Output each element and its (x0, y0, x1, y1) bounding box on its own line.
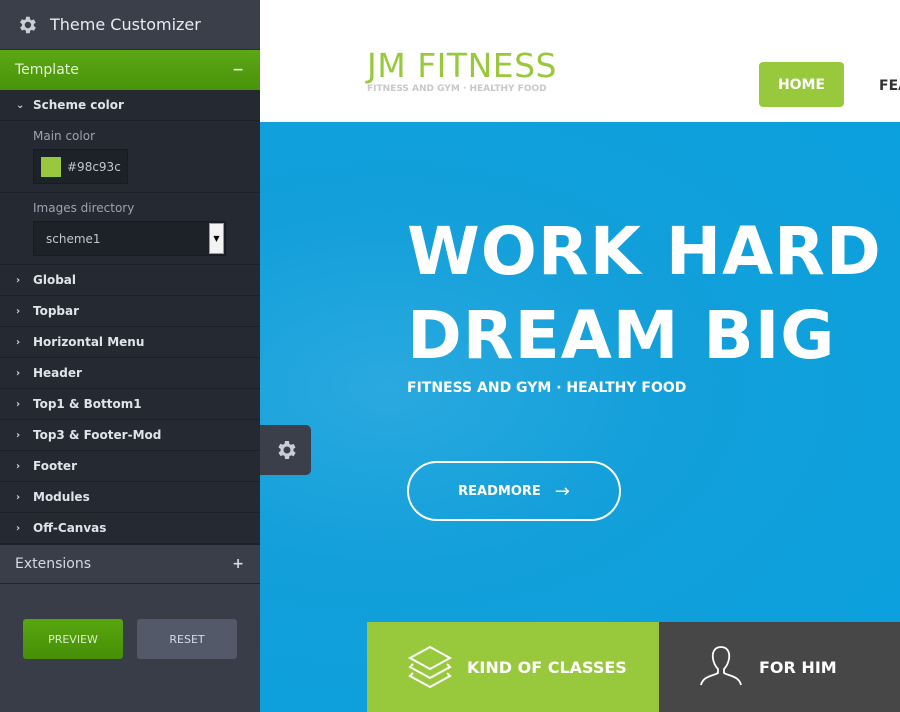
select-value: scheme1 (46, 231, 101, 246)
dropdown-arrow-icon[interactable]: ▼ (209, 223, 224, 254)
chevron-right-icon: › (16, 336, 21, 348)
readmore-label: READMORE (458, 483, 541, 499)
arrow-right-icon: → (554, 480, 570, 502)
group-horizontal-menu[interactable]: › Horizontal Menu (0, 327, 260, 358)
readmore-button[interactable]: READMORE → (407, 461, 621, 521)
group-top3-footer-mod[interactable]: › Top3 & Footer-Mod (0, 420, 260, 451)
field-label: Main color (33, 129, 96, 143)
box-label: KIND OF CLASSES (467, 657, 627, 677)
chevron-right-icon: › (16, 429, 21, 441)
nav-home[interactable]: HOME (759, 62, 844, 107)
collapse-icon[interactable]: − (232, 62, 244, 78)
images-directory-field: Images directory scheme1 ▼ (0, 193, 260, 265)
group-label: Header (33, 366, 82, 380)
group-label: Top3 & Footer-Mod (33, 428, 162, 442)
group-label: Topbar (33, 304, 80, 318)
group-label: Footer (33, 459, 77, 473)
group-off-canvas[interactable]: › Off-Canvas (0, 513, 260, 544)
group-label: Top1 & Bottom1 (33, 397, 142, 411)
chevron-right-icon: › (16, 491, 21, 503)
expand-icon[interactable]: + (232, 556, 244, 572)
group-footer[interactable]: › Footer (0, 451, 260, 482)
group-global[interactable]: › Global (0, 265, 260, 296)
kind-of-classes-box[interactable]: KIND OF CLASSES (367, 622, 659, 712)
reset-button[interactable]: RESET (137, 619, 237, 659)
main-color-field: Main color #98c93c (0, 121, 260, 193)
site-header: JM FITNESS FITNESS AND GYM · HEALTHY FOO… (260, 0, 900, 122)
gear-icon (20, 16, 36, 33)
section-extensions[interactable]: Extensions + (0, 544, 260, 584)
preview-button[interactable]: PREVIEW (23, 619, 123, 659)
images-directory-select[interactable]: scheme1 ▼ (33, 221, 226, 256)
logo-text: JM FITNESS (367, 46, 557, 85)
theme-customizer-panel: Theme Customizer Template − ⌄ Scheme colo… (0, 0, 260, 712)
group-header[interactable]: › Header (0, 358, 260, 389)
group-topbar[interactable]: › Topbar (0, 296, 260, 327)
chevron-right-icon: › (16, 522, 21, 534)
chevron-right-icon: › (16, 460, 21, 472)
group-scheme-color[interactable]: ⌄ Scheme color (0, 90, 260, 121)
group-label: Off-Canvas (33, 521, 107, 535)
chevron-down-icon: ⌄ (16, 99, 25, 111)
layers-icon (407, 645, 453, 689)
group-label: Horizontal Menu (33, 335, 145, 349)
field-label: Images directory (33, 201, 135, 215)
hero-heading: WORK HARD DREAM BIG (407, 210, 882, 378)
for-him-box[interactable]: FOR HIM (659, 622, 900, 712)
hero-line-1: WORK HARD (407, 213, 882, 290)
hero-subtitle: FITNESS AND GYM · HEALTHY FOOD (407, 380, 687, 396)
customizer-toggle-button[interactable] (260, 425, 311, 475)
group-label: Scheme color (33, 98, 124, 112)
nav-features[interactable]: FEA (879, 78, 900, 94)
chevron-right-icon: › (16, 274, 21, 286)
box-label: FOR HIM (759, 657, 837, 677)
user-icon (700, 646, 742, 686)
color-value: #98c93c (67, 159, 121, 174)
gear-icon (277, 441, 296, 459)
chevron-right-icon: › (16, 305, 21, 317)
section-template[interactable]: Template − (0, 50, 260, 90)
hero-line-2: DREAM BIG (407, 297, 836, 374)
section-template-label: Template (15, 62, 79, 78)
site-preview: JM FITNESS FITNESS AND GYM · HEALTHY FOO… (260, 0, 900, 712)
hero-banner: WORK HARD DREAM BIG FITNESS AND GYM · HEA… (260, 122, 900, 712)
color-swatch (41, 156, 61, 177)
main-color-picker[interactable]: #98c93c (33, 149, 128, 184)
logo-tagline: FITNESS AND GYM · HEALTHY FOOD (367, 84, 547, 94)
group-top1-bottom1[interactable]: › Top1 & Bottom1 (0, 389, 260, 420)
site-logo[interactable]: JM FITNESS FITNESS AND GYM · HEALTHY FOO… (367, 46, 557, 95)
chevron-right-icon: › (16, 367, 21, 379)
chevron-right-icon: › (16, 398, 21, 410)
group-label: Global (33, 273, 77, 287)
group-modules[interactable]: › Modules (0, 482, 260, 513)
group-label: Modules (33, 490, 90, 504)
customizer-title: Theme Customizer (50, 15, 201, 34)
customizer-header: Theme Customizer (0, 0, 260, 50)
section-extensions-label: Extensions (15, 556, 92, 572)
